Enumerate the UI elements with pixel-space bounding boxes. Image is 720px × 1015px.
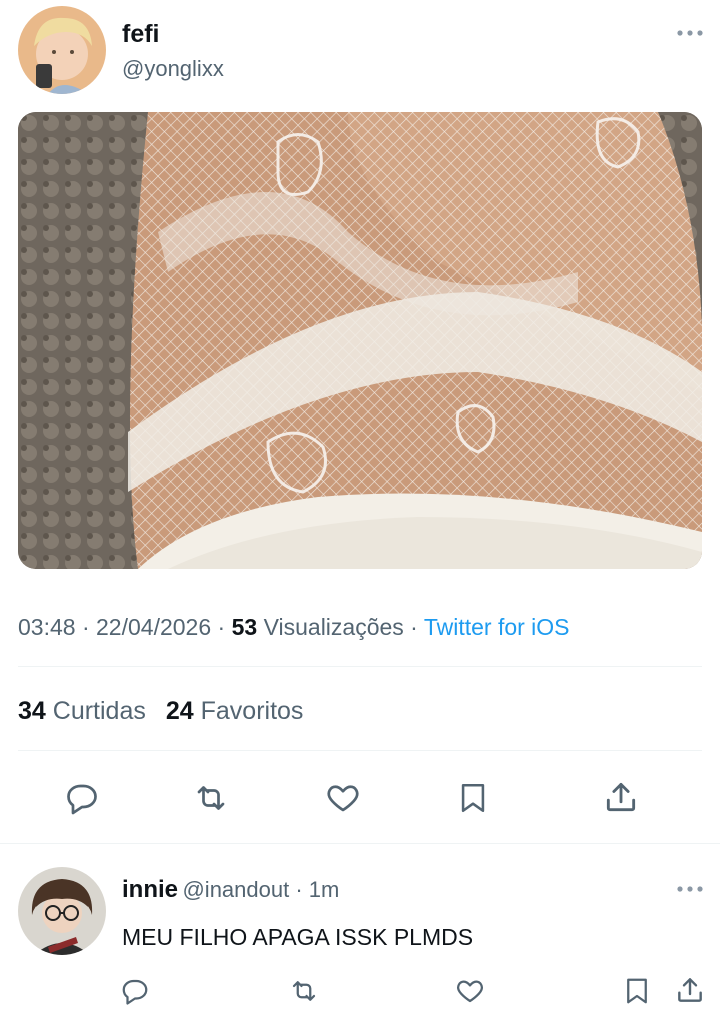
- author-handle[interactable]: @yonglixx: [122, 56, 224, 82]
- meta-separator: ·: [403, 614, 424, 640]
- reply-author-handle[interactable]: @inandout: [182, 877, 289, 902]
- reply-avatar[interactable]: [18, 867, 106, 955]
- retweet-icon[interactable]: [192, 780, 230, 816]
- reply-author-name[interactable]: innie: [122, 876, 178, 903]
- source-link[interactable]: Twitter for iOS: [424, 614, 570, 640]
- reply-actions: [0, 974, 720, 1010]
- bookmark-icon[interactable]: [456, 780, 490, 816]
- likes-count: 34: [18, 697, 46, 725]
- tweet-stats: 34 Curtidas 24 Favoritos: [18, 697, 303, 726]
- favorites-count: 24: [165, 697, 194, 725]
- more-horizontal-icon[interactable]: [676, 882, 704, 896]
- more-horizontal-icon[interactable]: [676, 26, 704, 40]
- meta-separator: ·: [75, 614, 97, 640]
- tweet-time: 03:48: [18, 614, 76, 640]
- reply-separator: ·: [289, 877, 309, 902]
- tweet-date: 22/04/2026: [96, 614, 212, 640]
- bookmark-icon[interactable]: [622, 974, 652, 1008]
- like-icon[interactable]: [324, 780, 362, 816]
- author-name[interactable]: fefi: [122, 20, 160, 49]
- reply-icon[interactable]: [120, 976, 150, 1006]
- divider: [0, 843, 720, 844]
- tweet-actions: [0, 776, 720, 820]
- favorites-label: Favoritos: [193, 697, 304, 725]
- views-count[interactable]: 53: [232, 614, 258, 640]
- divider: [18, 666, 702, 667]
- likes-stat[interactable]: 34 Curtidas: [18, 697, 146, 725]
- tweet-meta: 03:48 · 22/04/2026 · 53 Visualizações · …: [18, 614, 570, 641]
- views-label[interactable]: Visualizações: [257, 614, 404, 640]
- reply-text: MEU FILHO APAGA ISSK PLMDS: [122, 924, 474, 950]
- reply-header: innie @inandout · 1m: [122, 876, 339, 904]
- author-avatar[interactable]: [18, 6, 106, 94]
- favorites-stat[interactable]: 24 Favoritos: [166, 697, 304, 725]
- retweet-icon[interactable]: [288, 976, 320, 1006]
- reply-icon[interactable]: [64, 780, 100, 816]
- meta-separator: ·: [211, 614, 232, 640]
- share-icon[interactable]: [674, 974, 706, 1006]
- likes-label: Curtidas: [45, 697, 146, 725]
- reply-time[interactable]: 1m: [309, 877, 340, 902]
- tweet-photo[interactable]: [18, 112, 702, 569]
- divider: [18, 750, 702, 751]
- share-icon[interactable]: [602, 778, 640, 816]
- like-icon[interactable]: [454, 976, 486, 1006]
